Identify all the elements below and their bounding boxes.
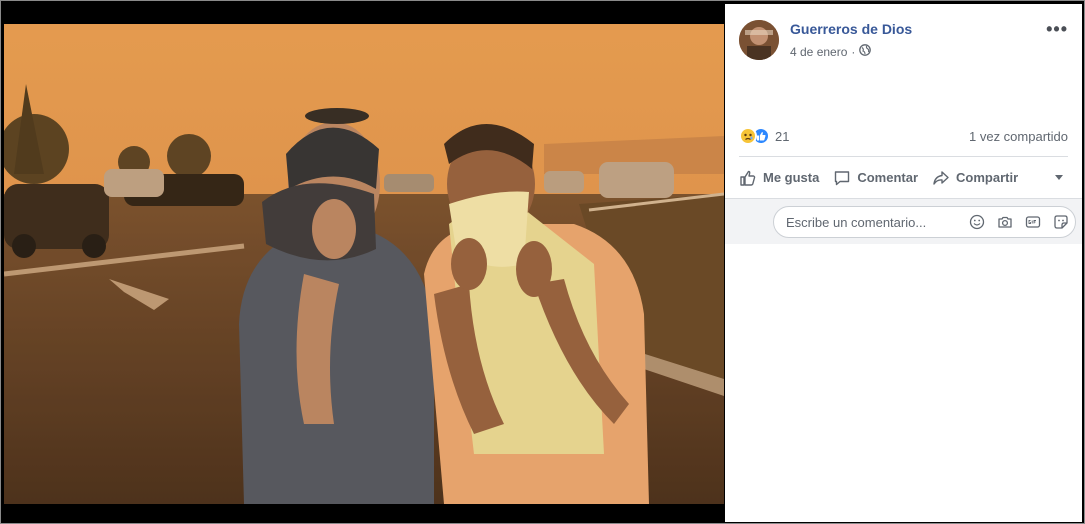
comment-label: Comentar [857,170,919,185]
emoji-icon[interactable] [963,214,991,230]
gif-icon[interactable] [1019,214,1047,230]
share-label: Compartir [956,170,1019,185]
sticker-icon[interactable] [1047,214,1075,230]
share-options-caret-icon[interactable] [1054,169,1064,187]
post-header: Guerreros de Dios 4 de enero · ••• [739,18,1072,64]
camera-icon[interactable] [991,214,1019,230]
post-photo-image [4,24,724,504]
sad-reaction-icon [739,127,757,145]
post-actions: Me gusta Comentar Compartir [739,156,1068,198]
comment-bubble-icon [833,169,851,187]
post-date-link[interactable]: 4 de enero [790,45,847,59]
share-button[interactable]: Compartir [932,169,1018,187]
post-photo[interactable] [4,24,724,504]
avatar[interactable] [739,20,779,60]
reactions-summary[interactable]: 21 [739,127,789,145]
reaction-stats: 21 1 vez compartido [739,126,1068,146]
reaction-count: 21 [775,128,790,144]
avatar-image [739,20,779,60]
comment-composer: Escribe un comentario... [725,198,1082,244]
page-name-link[interactable]: Guerreros de Dios [790,21,912,37]
photo-pane [4,4,724,522]
post-sidebar: Guerreros de Dios 4 de enero · ••• 21 1 … [725,4,1082,522]
shares-count-link[interactable]: 1 vez compartido [969,129,1068,144]
comment-placeholder: Escribe un comentario... [786,214,927,230]
photo-viewer: Guerreros de Dios 4 de enero · ••• 21 1 … [0,0,1085,524]
post-meta: 4 de enero · [790,44,872,59]
comment-button[interactable]: Comentar [833,169,918,187]
like-button[interactable]: Me gusta [739,169,819,187]
meta-separator: · [851,44,856,59]
like-label: Me gusta [763,170,820,185]
thumbs-up-icon [739,169,757,187]
globe-icon[interactable] [859,44,872,59]
share-arrow-icon [932,169,950,187]
more-options-icon[interactable]: ••• [1046,20,1068,38]
comment-input[interactable]: Escribe un comentario... [773,206,1076,238]
